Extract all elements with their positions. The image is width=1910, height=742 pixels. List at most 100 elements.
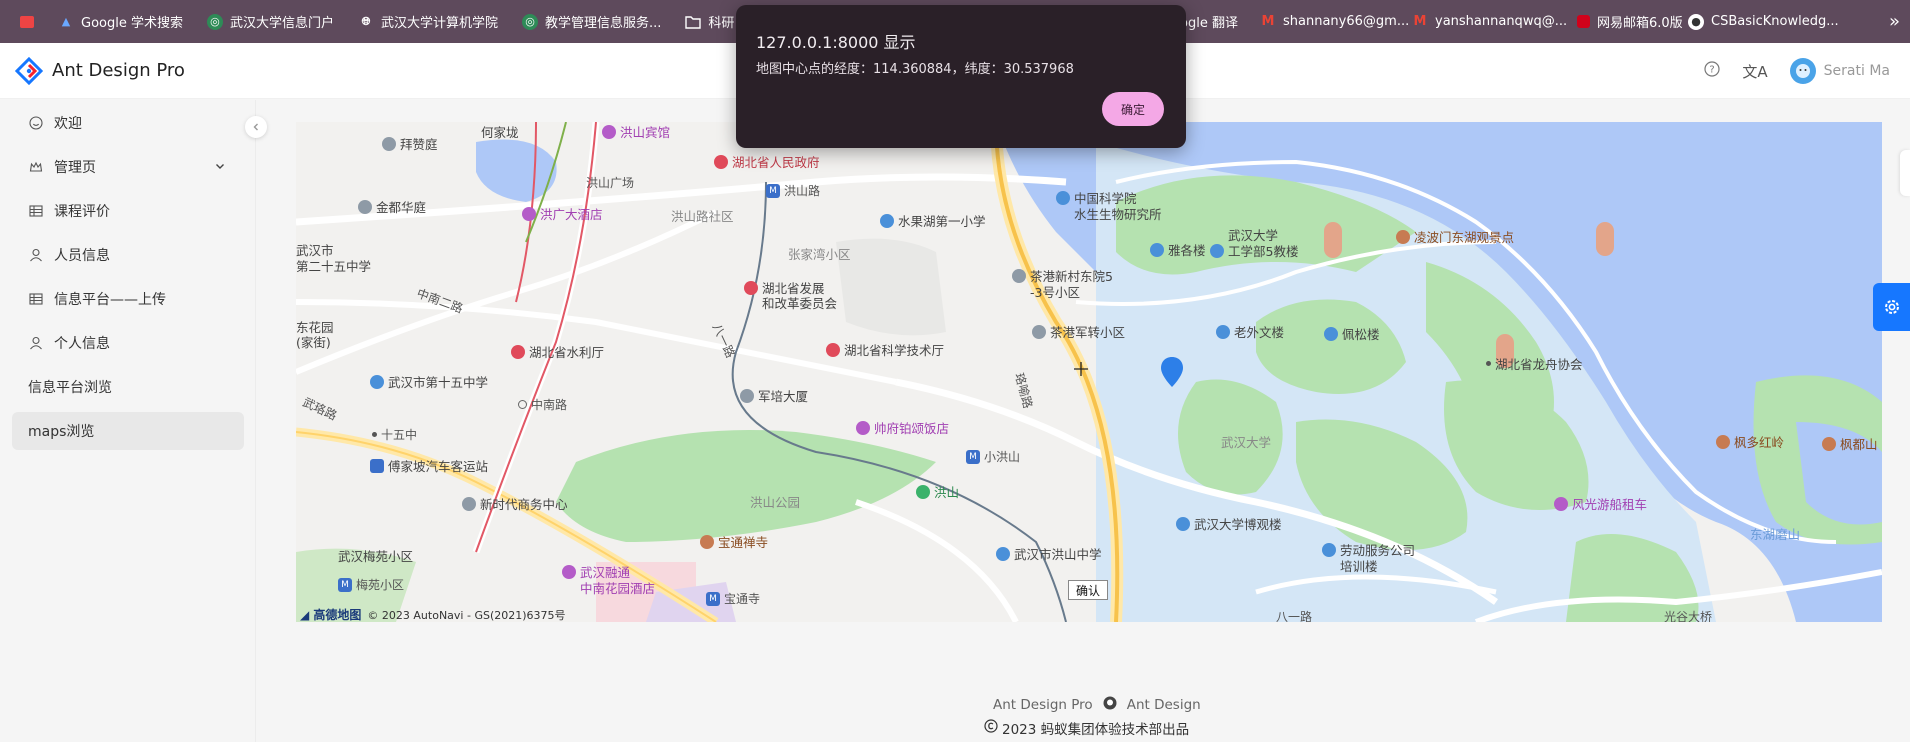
chevron-down-icon [214, 160, 226, 176]
map-label: 金都华庭 [358, 197, 426, 216]
bookmark-1[interactable]: ◎ 武汉大学信息门户 [195, 0, 346, 43]
table-icon [28, 291, 44, 307]
map-confirm-button[interactable]: 确认 [1068, 580, 1109, 600]
gmail-icon: M [1261, 14, 1275, 29]
sidebar-item-welcome[interactable]: 欢迎 [12, 104, 244, 142]
drawer-edge-tab[interactable] [1900, 150, 1910, 196]
table-icon [28, 203, 44, 219]
map-label: 雅各楼 [1150, 240, 1206, 259]
map-label: 茶港军转小区 [1032, 322, 1125, 341]
map-label: 第二十五中学 [296, 259, 372, 274]
apps-icon [20, 15, 34, 28]
user-menu[interactable]: Serati Ma [1789, 58, 1890, 84]
gear-icon [1884, 300, 1899, 314]
map-label: M 洪山路 [766, 182, 820, 199]
sidebar-item-info-upload[interactable]: 信息平台——上传 [12, 280, 244, 318]
avatar [1789, 58, 1816, 84]
chevron-left-icon [253, 123, 258, 131]
map-label: (家街) [296, 335, 331, 350]
header-actions: ? 文A Serati Ma [1704, 53, 1890, 89]
map-label: 八一路 [1276, 610, 1313, 622]
user-name: Serati Ma [1823, 63, 1890, 79]
map-label: 水生生物研究所 [1074, 207, 1162, 222]
map-label: 凌波门东湖观景点 [1396, 227, 1514, 246]
map-label: 东湖磨山 [1750, 527, 1801, 542]
map-label: 傅家坡汽车客运站 [370, 456, 488, 475]
sidebar-item-profile[interactable]: 个人信息 [12, 324, 244, 362]
whu-icon: ◎ [522, 13, 539, 30]
map-label: 湖北省龙舟协会 [1486, 354, 1583, 373]
map-label: 风光游船租车 [1554, 494, 1647, 513]
map-label: 和改革委员会 [762, 296, 838, 311]
whu-icon: ◎ [206, 13, 223, 30]
sidebar-collapse-button[interactable] [245, 116, 267, 138]
map-label: 新时代商务中心 [462, 494, 568, 513]
map-label: 湖北省水利厅 [511, 342, 604, 361]
map-label: 湖北省科学技术厅 [826, 340, 944, 359]
bookmark-0[interactable]: ▲ Google 学术搜索 [46, 0, 195, 43]
map-label: 培训楼 [1340, 559, 1378, 574]
map-label: 洪山广场 [586, 176, 635, 190]
footer-copyright: 2023 蚂蚁集团体验技术部出品 [984, 718, 1189, 738]
bookmark-10[interactable]: ● CSBasicKnowledg... [1676, 0, 1851, 43]
folder-icon [685, 14, 702, 30]
map-label: M 宝通寺 [706, 590, 760, 607]
crown-icon [28, 159, 44, 175]
settings-drawer-button[interactable] [1873, 283, 1910, 331]
location-pin-icon[interactable] [1161, 357, 1183, 387]
map-label: 武汉市第十五中学 [370, 372, 488, 391]
sidebar-item-admin[interactable]: 管理页 [12, 148, 244, 186]
map-container[interactable]: 拜赞庭 何家垅 洪山宾馆 湖北省人民政府 洪山广场 M 洪山路 金都华庭 洪广大酒… [296, 122, 1882, 622]
footer-link-pro[interactable]: Ant Design Pro [993, 697, 1093, 713]
bookmark-7[interactable]: M shannany66@gm... [1248, 0, 1421, 43]
map-label: 洪山公园 [750, 495, 801, 510]
bookmark-apps[interactable] [8, 0, 46, 43]
bookmark-2[interactable]: 🌐︎ 武汉大学计算机学院 [346, 0, 510, 43]
map-label: 何家垅 [481, 125, 519, 140]
bookmarks-overflow-button[interactable]: » [1889, 0, 1900, 43]
map-label: 老外文楼 [1216, 322, 1284, 341]
sidebar-item-personnel[interactable]: 人员信息 [12, 236, 244, 274]
ant-design-logo-icon[interactable] [15, 57, 43, 85]
map-label: -3号小区 [1030, 285, 1080, 300]
map-label: 武汉大学 [1221, 435, 1272, 450]
gmail-icon: M [1413, 14, 1427, 29]
app-title[interactable]: Ant Design Pro [52, 60, 185, 81]
netease-icon [1577, 15, 1590, 28]
sidebar: 欢迎 管理页 课程评价 人员信息 信息平台——上传 个人信息 信息平台浏览 ma… [0, 100, 256, 742]
dialog-ok-button[interactable]: 确定 [1102, 92, 1164, 126]
map-label: M 梅苑小区 [338, 576, 404, 593]
amap-logo-icon: ◢ 高德地图 [300, 608, 362, 622]
user-icon [28, 335, 44, 351]
sidebar-item-maps[interactable]: maps浏览 [12, 412, 244, 450]
map-label: 枫多红岭 [1716, 432, 1784, 451]
map-label: 佩松楼 [1324, 324, 1380, 343]
question-icon[interactable]: ? [1704, 61, 1721, 81]
bookmark-3[interactable]: ◎ 教学管理信息服务... [510, 0, 673, 43]
map-label: M 小洪山 [966, 448, 1020, 465]
map-label: 中南花园酒店 [580, 581, 656, 596]
copyright-icon [984, 719, 998, 737]
translate-icon[interactable]: 文A [1742, 61, 1767, 82]
scholar-icon: ▲ [61, 15, 71, 28]
github-icon: ● [1688, 13, 1704, 30]
alert-dialog: 127.0.0.1:8000 显示 地图中心点的经度：114.360884，纬度… [736, 5, 1186, 148]
map-copyright: ◢ 高德地图 © 2023 AutoNavi - GS(2021)6375号 [300, 608, 566, 622]
footer-link-antd[interactable]: Ant Design [1127, 697, 1201, 713]
map-label: 武汉大学博观楼 [1176, 514, 1282, 533]
map-label: 十五中 [372, 426, 417, 443]
map-label: 军培大厦 [740, 386, 808, 405]
dialog-message: 地图中心点的经度：114.360884，纬度：30.537968 [756, 62, 1074, 77]
smile-icon [28, 115, 44, 131]
map-label: 光谷大桥 [1664, 610, 1713, 622]
github-icon[interactable] [1103, 696, 1117, 714]
bookmark-8[interactable]: M yanshannanqwq@... [1400, 0, 1579, 43]
globe-icon: 🌐︎ [361, 14, 371, 28]
crosshair-icon [1074, 362, 1088, 376]
map-label: 武汉梅苑小区 [338, 549, 414, 564]
sidebar-item-course-review[interactable]: 课程评价 [12, 192, 244, 230]
sidebar-item-info-browse[interactable]: 信息平台浏览 [12, 368, 244, 406]
map-label: 武汉市洪山中学 [996, 544, 1102, 563]
map-label: 中南路 [518, 396, 567, 413]
map-label: 洪广大酒店 [522, 204, 603, 223]
